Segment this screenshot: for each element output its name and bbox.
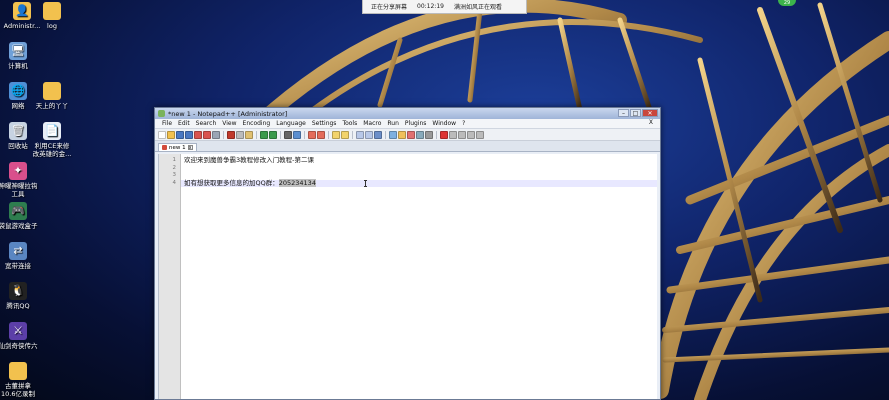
menu-run[interactable]: Run: [384, 120, 402, 127]
menu-window[interactable]: Window: [429, 120, 459, 127]
share-timer: 00:12:19: [417, 3, 444, 10]
line-number: 3: [172, 172, 177, 178]
desktop-icon-ce-doc[interactable]: 📄 利用CE来修 改英雄的金...: [30, 122, 74, 158]
game-icon: ⚔: [9, 322, 27, 340]
tab-label: new 1: [169, 144, 186, 151]
menu-macro[interactable]: Macro: [360, 120, 384, 127]
app-icon: ✦: [9, 162, 27, 180]
zoom-in-icon[interactable]: [308, 130, 316, 139]
notepadpp-window[interactable]: *new 1 - Notepad++ [Administrator] – □ ✕…: [154, 107, 661, 400]
document-icon: 📄: [43, 122, 61, 140]
network-icon: 🌐: [9, 82, 27, 100]
minimize-button[interactable]: –: [618, 109, 629, 117]
redo-icon[interactable]: [269, 130, 277, 139]
indent-guide-icon[interactable]: [374, 130, 382, 139]
cut-icon[interactable]: [227, 130, 235, 139]
menu-file[interactable]: File: [159, 120, 175, 127]
game-box-icon: 🎮: [9, 202, 27, 220]
close-button[interactable]: ✕: [642, 109, 658, 117]
computer-icon: 🖥: [9, 42, 27, 60]
function-list-icon[interactable]: [407, 130, 415, 139]
folder-icon: [9, 362, 27, 380]
unsaved-icon: [162, 145, 167, 150]
desktop-icon-game-box[interactable]: 🎮 袋鼠游戏盒子: [0, 202, 40, 230]
desktop-icon-game[interactable]: ⚔ 仙剑奇侠传六: [0, 322, 40, 350]
menu-plugins[interactable]: Plugins: [402, 120, 430, 127]
share-viewer-note: 满洲如风正在观看: [453, 4, 502, 11]
paste-icon[interactable]: [245, 130, 253, 139]
desktop-icon-qq[interactable]: 🐧 腾讯QQ: [0, 282, 40, 310]
find-icon[interactable]: [284, 130, 292, 139]
sync-horizontal-icon[interactable]: [341, 130, 349, 139]
menu-tools[interactable]: Tools: [339, 120, 360, 127]
desktop-icon-tool[interactable]: ✦ 神曜神曜拉钩 工具: [0, 162, 40, 198]
menu-encoding[interactable]: Encoding: [240, 120, 274, 127]
recycle-bin-icon: 🗑: [9, 122, 27, 140]
window-title-bar[interactable]: *new 1 - Notepad++ [Administrator] – □ ✕: [155, 108, 660, 119]
editor-line-current: 如有想获取更多信息的加QQ群：205234134: [181, 178, 657, 187]
word-wrap-icon[interactable]: [356, 130, 364, 139]
open-file-icon[interactable]: [167, 130, 175, 139]
line-number: 4: [172, 179, 177, 186]
menu-edit[interactable]: Edit: [175, 120, 193, 127]
zoom-out-icon[interactable]: [317, 130, 325, 139]
line-number-gutter: 1 2 3 4: [159, 154, 181, 399]
editor-area[interactable]: 1 2 3 4 欢迎来到魔兽争霸3教程修改入门教程-第二课 如有想获取更多信息的…: [158, 154, 657, 399]
show-all-chars-icon[interactable]: [365, 130, 373, 139]
line-number: 2: [172, 164, 177, 171]
tab-close-icon[interactable]: x: [187, 145, 193, 151]
selected-text: 205234134: [278, 178, 316, 187]
folder-workspace-icon[interactable]: [416, 130, 424, 139]
desktop-icon-recording-folder[interactable]: 古董拼拿 10.6亿录制: [0, 362, 40, 398]
copy-icon[interactable]: [236, 130, 244, 139]
desktop-icon-log[interactable]: log: [30, 2, 74, 30]
desktop-icon-folder-yaya[interactable]: 天上的丫丫: [30, 82, 74, 110]
save-all-icon[interactable]: [185, 130, 193, 139]
maximize-button[interactable]: □: [630, 109, 641, 117]
editor-line: 欢迎来到魔兽争霸3教程修改入门教程-第二课: [184, 156, 314, 164]
tab-bar: new 1 x: [155, 141, 660, 152]
toolbar: [155, 129, 660, 141]
code-text[interactable]: 欢迎来到魔兽争霸3教程修改入门教程-第二课 如有想获取更多信息的加QQ群：205…: [181, 154, 657, 399]
line-number: 1: [172, 157, 177, 163]
play-macro-icon[interactable]: [458, 130, 466, 139]
save-icon[interactable]: [176, 130, 184, 139]
window-title: *new 1 - Notepad++ [Administrator]: [168, 109, 288, 118]
stop-macro-icon[interactable]: [449, 130, 457, 139]
doc-map-icon[interactable]: [398, 130, 406, 139]
replace-icon[interactable]: [293, 130, 301, 139]
undo-icon[interactable]: [260, 130, 268, 139]
desktop-icon-broadband[interactable]: ⇄ 宽带连接: [0, 242, 40, 270]
udl-icon[interactable]: [389, 130, 397, 139]
monitoring-icon[interactable]: [425, 130, 433, 139]
close-file-icon[interactable]: [194, 130, 202, 139]
folder-user-icon: 👤: [13, 2, 31, 20]
notepadpp-app-icon: [158, 110, 165, 117]
menu-language[interactable]: Language: [273, 120, 309, 127]
menu-search[interactable]: Search: [193, 120, 220, 127]
menu-help[interactable]: ?: [459, 120, 468, 127]
menu-view[interactable]: View: [219, 120, 239, 127]
document-close-button[interactable]: X: [646, 119, 656, 126]
run-macro-multiple-icon[interactable]: [467, 130, 475, 139]
screen-share-bar: 正在分享屏幕 00:12:19 满洲如风正在观看: [362, 0, 527, 14]
record-macro-icon[interactable]: [440, 130, 448, 139]
print-icon[interactable]: [212, 130, 220, 139]
share-status: 正在分享屏幕: [371, 4, 408, 11]
mouse-ibeam-cursor: [364, 180, 367, 187]
tab-new-1[interactable]: new 1 x: [158, 143, 197, 151]
desktop-icon-computer[interactable]: 🖥 计算机: [0, 42, 40, 70]
save-macro-icon[interactable]: [476, 130, 484, 139]
qq-icon: 🐧: [9, 282, 27, 300]
folder-icon: [43, 2, 61, 20]
close-all-icon[interactable]: [203, 130, 211, 139]
folder-icon: [43, 82, 61, 100]
sync-vertical-icon[interactable]: [332, 130, 340, 139]
broadband-icon: ⇄: [9, 242, 27, 260]
new-file-icon[interactable]: [158, 130, 166, 139]
menu-settings[interactable]: Settings: [309, 120, 340, 127]
menu-bar: File Edit Search View Encoding Language …: [155, 119, 660, 129]
